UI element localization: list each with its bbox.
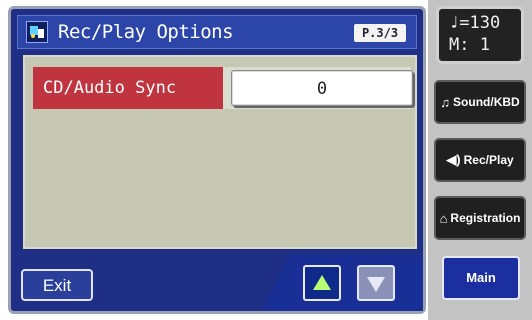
exit-button[interactable]: Exit (21, 269, 93, 301)
registration-button[interactable]: ⌂ Registration (434, 196, 526, 240)
registration-icon: ⌂ (439, 210, 448, 226)
scroll-up-button[interactable] (303, 265, 341, 301)
sound-kbd-button[interactable]: ♫ Sound/KBD (434, 80, 526, 124)
speaker-icon: ◀) (446, 152, 461, 167)
recorder-icon (26, 21, 48, 43)
param-row-cd-audio-sync[interactable]: CD/Audio Sync 0 (33, 67, 413, 109)
music-note-icon: ♫ (440, 94, 451, 110)
scroll-down-button[interactable] (357, 265, 395, 301)
nav-area (261, 255, 423, 311)
arrow-up-icon (313, 275, 331, 290)
title-bar: Rec/Play Options P.3/3 (17, 15, 417, 49)
arrow-down-icon (367, 277, 385, 292)
sound-kbd-label: Sound/KBD (453, 95, 520, 109)
tempo-value: ♩=130 (449, 13, 501, 33)
side-panel: ♩=130 M: 1 ♫ Sound/KBD ◀) Rec/Play ⌂ Reg… (428, 0, 532, 320)
tempo-display: ♩=130 M: 1 (436, 6, 524, 64)
param-label[interactable]: CD/Audio Sync (33, 67, 223, 109)
bottom-bar: Exit (11, 255, 423, 311)
param-value-field[interactable]: 0 (231, 70, 413, 106)
rec-play-label: Rec/Play (463, 153, 514, 167)
registration-label: Registration (450, 211, 521, 225)
rec-play-button[interactable]: ◀) Rec/Play (434, 138, 526, 182)
main-button[interactable]: Main (442, 256, 520, 300)
measure-value: M: 1 (449, 35, 490, 55)
options-list: CD/Audio Sync 0 (23, 55, 417, 249)
lcd-screen: Rec/Play Options P.3/3 CD/Audio Sync 0 E… (8, 6, 426, 314)
page-indicator: P.3/3 (354, 24, 406, 42)
page-title: Rec/Play Options (58, 21, 234, 43)
